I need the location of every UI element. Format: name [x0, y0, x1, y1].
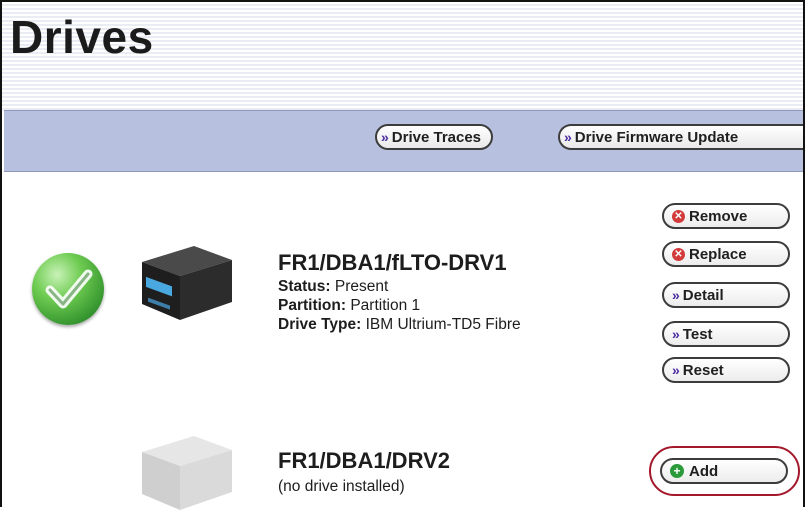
- double-chevron-icon: »: [564, 129, 572, 145]
- drive-traces-button[interactable]: » Drive Traces: [375, 124, 494, 150]
- toolbar: » Drive Traces » Drive Firmware Update: [4, 110, 803, 172]
- double-chevron-icon: »: [672, 326, 680, 342]
- partition-value: Partition 1: [350, 297, 421, 314]
- double-chevron-icon: »: [381, 129, 389, 145]
- reset-button[interactable]: » Reset: [662, 357, 790, 383]
- replace-label: Replace: [689, 245, 747, 263]
- test-button[interactable]: » Test: [662, 321, 790, 347]
- reset-label: Reset: [682, 361, 724, 379]
- drive-firmware-update-label: Drive Firmware Update: [574, 128, 739, 146]
- add-label: Add: [689, 462, 719, 480]
- drive-type-label: Drive Type:: [278, 316, 362, 333]
- drive-partition-line: Partition: Partition 1: [278, 297, 420, 315]
- drive-name: FR1/DBA1/DRV2: [278, 448, 450, 473]
- add-button[interactable]: + Add: [660, 458, 788, 484]
- remove-label: Remove: [689, 207, 748, 225]
- test-label: Test: [682, 325, 713, 343]
- drive-traces-label: Drive Traces: [391, 128, 482, 146]
- drive-type-value: IBM Ultrium-TD5 Fibre: [365, 316, 521, 333]
- tape-drive-icon: [142, 246, 232, 320]
- detail-button[interactable]: » Detail: [662, 282, 790, 308]
- drive-type-line: Drive Type: IBM Ultrium-TD5 Fibre: [278, 316, 521, 334]
- remove-button[interactable]: ✕ Remove: [662, 203, 790, 229]
- x-circle-icon: ✕: [672, 209, 685, 223]
- page-title: Drives: [10, 11, 154, 63]
- double-chevron-icon: »: [672, 287, 680, 303]
- x-circle-icon: ✕: [672, 247, 685, 261]
- drive-firmware-update-button[interactable]: » Drive Firmware Update: [558, 124, 803, 150]
- plus-circle-icon: +: [670, 464, 684, 478]
- status-value: Present: [334, 278, 389, 295]
- drive-note: (no drive installed): [278, 478, 405, 495]
- tape-drive-icon-empty: [142, 436, 232, 510]
- replace-button[interactable]: ✕ Replace: [662, 241, 790, 267]
- drive-status-line: Status: Present: [278, 278, 388, 296]
- drive-name: FR1/DBA1/fLTO-DRV1: [278, 250, 507, 275]
- title-band: Drives: [2, 2, 803, 112]
- detail-label: Detail: [682, 286, 724, 304]
- partition-label: Partition:: [278, 297, 347, 314]
- status-ok-icon: [32, 253, 104, 325]
- double-chevron-icon: »: [672, 362, 680, 378]
- status-label: Status:: [278, 278, 331, 295]
